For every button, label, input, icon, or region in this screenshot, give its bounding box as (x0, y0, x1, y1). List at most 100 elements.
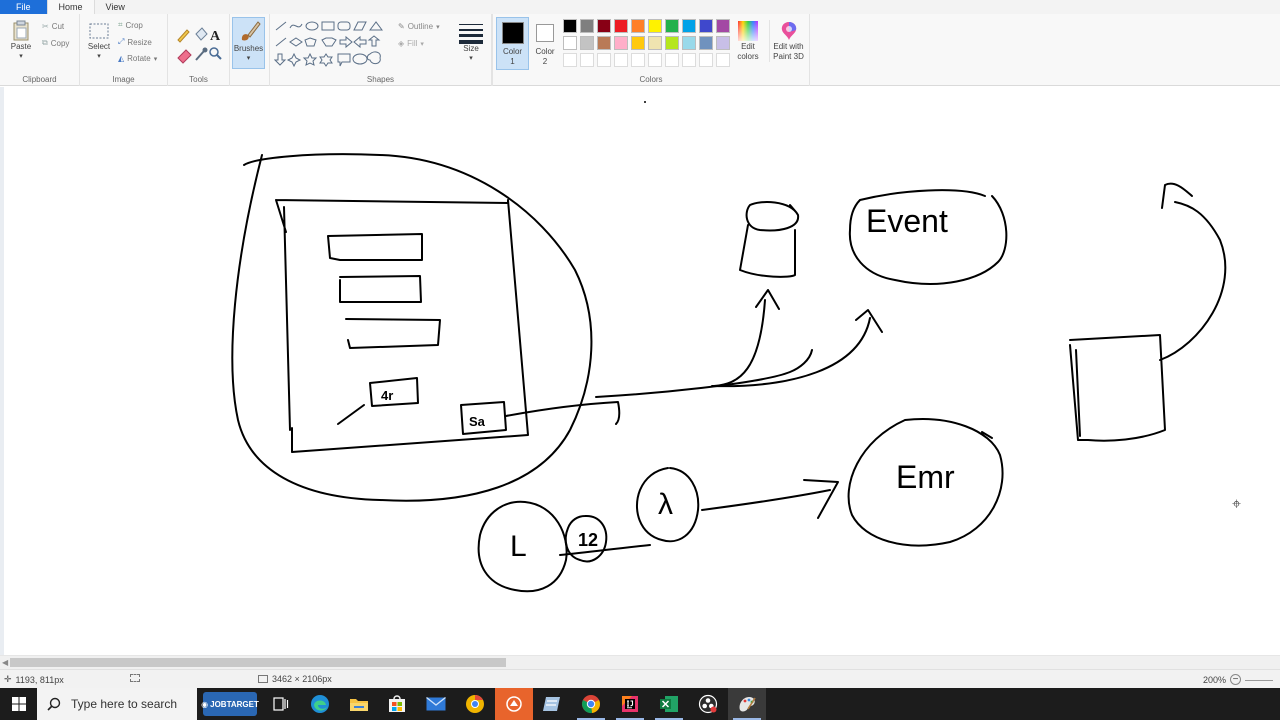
shapes-gallery[interactable] (274, 20, 392, 68)
task-view-button[interactable] (262, 688, 300, 720)
custom-color-slot[interactable] (580, 53, 594, 67)
jobtarget-widget[interactable]: ◉ JOBTARGET (201, 692, 259, 716)
chrome-icon (582, 695, 600, 714)
color-picker-icon[interactable] (195, 47, 208, 61)
custom-color-slot[interactable] (665, 53, 679, 67)
palette-swatch[interactable] (614, 36, 628, 50)
zoom-out-icon[interactable]: − (1230, 674, 1242, 685)
events-label: Event (866, 203, 948, 239)
copy-label: Copy (50, 38, 70, 48)
num-label: 12 (578, 530, 598, 550)
shapes-group-label: Shapes (366, 75, 395, 84)
palette-swatch[interactable] (563, 36, 577, 50)
taskbar-search[interactable]: Type here to search (37, 688, 197, 720)
color1-button[interactable]: Color 1 (496, 17, 529, 70)
custom-color-slot[interactable] (699, 53, 713, 67)
tab-file[interactable]: File (0, 0, 47, 14)
custom-color-slot[interactable] (648, 53, 662, 67)
fill-button[interactable]: ◈ Fill ▾ (398, 39, 424, 48)
excel-icon (660, 696, 678, 712)
taskbar-app-paint[interactable] (728, 688, 766, 720)
palette-swatch[interactable] (682, 36, 696, 50)
scrollbar-thumb[interactable] (10, 658, 506, 667)
arrow-to-emr (701, 479, 839, 519)
text-icon[interactable]: A (210, 29, 221, 44)
palette-swatch[interactable] (699, 36, 713, 50)
palette-swatch[interactable] (580, 19, 594, 33)
palette-swatch[interactable] (597, 36, 611, 50)
palette-swatch[interactable] (614, 19, 628, 33)
palette-swatch[interactable] (665, 36, 679, 50)
select-button[interactable]: Select ▾ (86, 22, 112, 62)
inner-box-outline (275, 199, 529, 453)
palette-swatch[interactable] (648, 36, 662, 50)
color2-button[interactable]: Color 2 (531, 17, 559, 70)
zoom-slider[interactable] (1245, 679, 1274, 681)
copy-button[interactable]: ⧉ Copy (42, 38, 69, 48)
palette-swatch[interactable] (682, 19, 696, 33)
palette-swatch[interactable] (716, 19, 730, 33)
taskbar-app-file-explorer[interactable] (340, 688, 378, 720)
taskbar-app-store[interactable] (378, 688, 416, 720)
palette-swatch[interactable] (580, 36, 594, 50)
edge-icon (311, 695, 329, 713)
outline-button[interactable]: ✎ Outline ▾ (398, 22, 440, 31)
custom-color-slot[interactable] (597, 53, 611, 67)
custom-color-slot[interactable] (682, 53, 696, 67)
color1-number: 1 (510, 57, 515, 66)
crop-button[interactable]: ⌗ Crop (118, 20, 143, 30)
fill-bucket-icon[interactable] (195, 27, 208, 41)
palette-swatch[interactable] (631, 36, 645, 50)
cursor-position: ✛ 1193, 811px (4, 674, 64, 685)
chrome-profile-icon (466, 695, 484, 713)
palette-swatch[interactable] (665, 19, 679, 33)
vpc-blob-outline (231, 153, 593, 502)
paste-label: Paste (10, 42, 32, 51)
custom-color-slot[interactable] (614, 53, 628, 67)
custom-color-slot[interactable] (563, 53, 577, 67)
resize-icon: ⤢ (118, 37, 125, 46)
edit-with-paint3d-button[interactable]: Edit with Paint 3D (769, 20, 807, 62)
taskbar-app-obs[interactable] (689, 688, 727, 720)
custom-color-slot[interactable] (631, 53, 645, 67)
palette-swatch[interactable] (631, 19, 645, 33)
image-group-label: Image (112, 75, 135, 84)
select-label: Select (87, 42, 111, 51)
custom-color-slot[interactable] (716, 53, 730, 67)
paint-icon (739, 697, 756, 712)
tab-view[interactable]: View (95, 0, 136, 14)
start-button[interactable] (0, 688, 37, 720)
resize-button[interactable]: ⤢ Resize (118, 37, 152, 47)
brushes-button[interactable]: Brushes ▾ (232, 17, 265, 69)
tab-home[interactable]: Home (46, 0, 95, 14)
palette-swatch[interactable] (648, 19, 662, 33)
palette-swatch[interactable] (597, 19, 611, 33)
palette-swatch[interactable] (716, 36, 730, 50)
edit-with-paint3d-label-2: Paint 3D (773, 52, 804, 61)
right-arc (1159, 182, 1227, 361)
taskbar-app-edge[interactable] (301, 688, 339, 720)
taskbar-app-orange[interactable] (495, 688, 533, 720)
rotate-button[interactable]: ◭ Rotate ▾ (118, 54, 157, 63)
magnifier-icon[interactable] (209, 47, 222, 60)
size-button[interactable]: Size ▾ (456, 22, 486, 64)
edit-colors-button[interactable]: Edit colors (734, 20, 762, 62)
eraser-icon[interactable] (177, 49, 192, 64)
paste-button[interactable]: Paste ▾ (8, 20, 34, 62)
taskbar-app-excel[interactable] (650, 688, 688, 720)
taskbar-app-chrome[interactable] (572, 688, 610, 720)
pencil-icon[interactable] (177, 29, 190, 43)
taskbar-app-notes[interactable] (533, 688, 571, 720)
scroll-left-icon[interactable]: ◀ (2, 658, 8, 667)
palette-swatch[interactable] (563, 19, 577, 33)
drawing-canvas[interactable]: 4r Sa Event Emr λ L 12 ⌖ (0, 87, 1280, 655)
palette-swatch[interactable] (699, 19, 713, 33)
taskbar-app-mail[interactable] (417, 688, 455, 720)
taskbar-app-chrome-alt[interactable] (456, 688, 494, 720)
emr-label: Emr (896, 459, 955, 495)
taskbar-app-intellij[interactable] (611, 688, 649, 720)
cut-button[interactable]: ✂ Cut (42, 22, 64, 31)
crosshair-icon: ✛ (4, 674, 12, 684)
horizontal-scrollbar[interactable]: ◀ (0, 655, 1280, 669)
size-label: Size (463, 44, 479, 53)
